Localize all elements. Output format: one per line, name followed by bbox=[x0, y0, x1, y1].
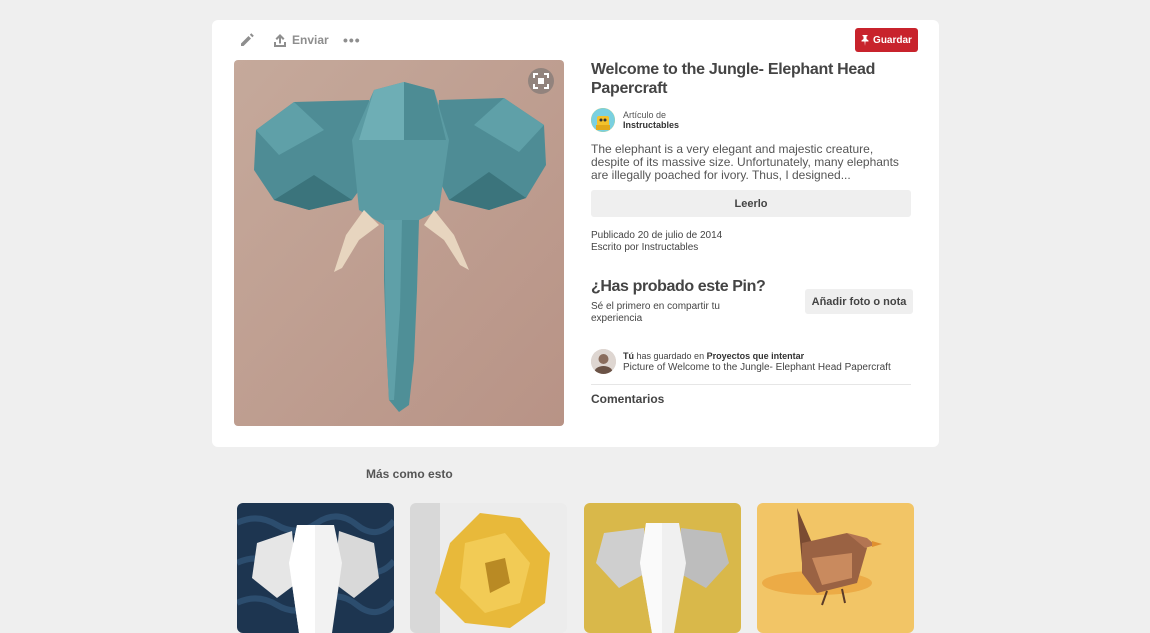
comments-heading[interactable]: Comentarios bbox=[591, 392, 664, 406]
pin-image[interactable] bbox=[234, 60, 564, 426]
pin-icon bbox=[861, 34, 869, 46]
send-button[interactable]: Enviar bbox=[273, 31, 329, 49]
send-label: Enviar bbox=[292, 33, 329, 47]
saved-user[interactable]: Tú bbox=[623, 351, 634, 361]
saved-caption: Picture of Welcome to the Jungle- Elepha… bbox=[623, 361, 891, 373]
read-button[interactable]: Leerlo bbox=[591, 190, 911, 217]
more-like-this-heading: Más como esto bbox=[366, 467, 453, 481]
source-name[interactable]: Instructables bbox=[623, 120, 679, 130]
saved-middle: has guardado en bbox=[636, 350, 705, 361]
source-prefix: Artículo de bbox=[623, 110, 667, 120]
tried-subtitle: Sé el primero en compartir tu experienci… bbox=[591, 301, 720, 324]
author-line: Escrito por Instructables bbox=[591, 242, 699, 253]
thumbnail-white-elephant[interactable] bbox=[237, 503, 394, 633]
saved-board[interactable]: Proyectos que intentar bbox=[707, 351, 805, 361]
thumbnail-bird[interactable] bbox=[757, 503, 914, 633]
pencil-icon[interactable] bbox=[239, 31, 255, 47]
save-button[interactable]: Guardar bbox=[855, 28, 918, 52]
pin-toolbar: Enviar ••• Guardar bbox=[212, 20, 939, 60]
pin-card: Enviar ••• Guardar Welcome to the Jungle… bbox=[212, 20, 939, 447]
saved-info: Tú has guardado en Proyectos que intenta… bbox=[591, 349, 891, 374]
user-avatar[interactable] bbox=[591, 349, 616, 374]
published-date: Publicado 20 de julio de 2014 bbox=[591, 230, 723, 241]
tried-title: ¿Has probado este Pin? bbox=[591, 278, 766, 295]
expand-image-button[interactable] bbox=[528, 68, 554, 94]
more-options-icon[interactable]: ••• bbox=[343, 33, 361, 47]
pin-source: Artículo de Instructables bbox=[591, 108, 679, 132]
thumbnail-lion[interactable] bbox=[410, 503, 567, 633]
pin-title[interactable]: Welcome to the Jungle- Elephant Head Pap… bbox=[591, 60, 911, 98]
thumbnail-elephant-yellow[interactable] bbox=[584, 503, 741, 633]
source-avatar[interactable] bbox=[591, 108, 615, 132]
save-label: Guardar bbox=[873, 34, 912, 46]
pin-info: Welcome to the Jungle- Elephant Head Pap… bbox=[591, 60, 913, 406]
add-photo-button[interactable]: Añadir foto o nota bbox=[805, 289, 913, 314]
expand-icon bbox=[533, 73, 549, 89]
divider bbox=[591, 384, 911, 385]
pin-description: The elephant is a very elegant and majes… bbox=[591, 142, 899, 182]
upload-icon bbox=[274, 33, 286, 47]
publication-info: Publicado 20 de julio de 2014 Escrito po… bbox=[591, 230, 722, 254]
